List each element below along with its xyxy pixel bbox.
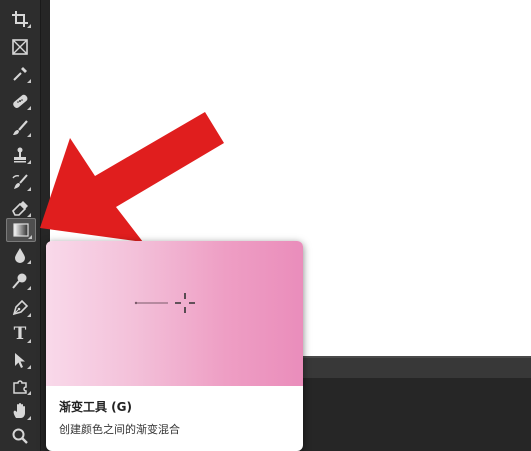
path-selection-tool-button[interactable] [6,349,34,371]
gradient-drag-line-icon [134,293,195,313]
custom-shape-tool-button[interactable] [6,375,34,397]
brush-tool-button[interactable] [6,117,34,139]
gradient-tool-tooltip: 渐变工具 (G) 创建颜色之间的渐变混合 [46,241,303,451]
tooltip-description: 创建颜色之间的渐变混合 [59,423,180,436]
frame-icon [12,39,28,55]
blur-tool-button[interactable] [6,244,34,266]
history-brush-tool-button[interactable] [6,171,34,193]
gradient-tool-button[interactable] [6,218,36,242]
healing-brush-tool-button[interactable] [6,90,34,112]
frame-tool-button[interactable] [6,36,34,58]
type-icon: T [13,323,27,344]
tools-panel: T [0,0,41,451]
hand-tool-button[interactable] [6,400,34,422]
pen-tool-button[interactable] [6,297,34,319]
magnifier-icon [12,428,28,444]
tooltip-title: 渐变工具 (G) [59,400,132,414]
clone-stamp-tool-button[interactable] [6,144,34,166]
eyedropper-tool-button[interactable] [6,63,34,85]
crop-tool-button[interactable] [6,8,34,30]
eraser-tool-button[interactable] [6,197,34,219]
gradient-preview [46,241,303,386]
zoom-tool-button[interactable] [6,425,34,447]
dodge-tool-button[interactable] [6,270,34,292]
type-tool-button[interactable]: T [6,323,34,345]
